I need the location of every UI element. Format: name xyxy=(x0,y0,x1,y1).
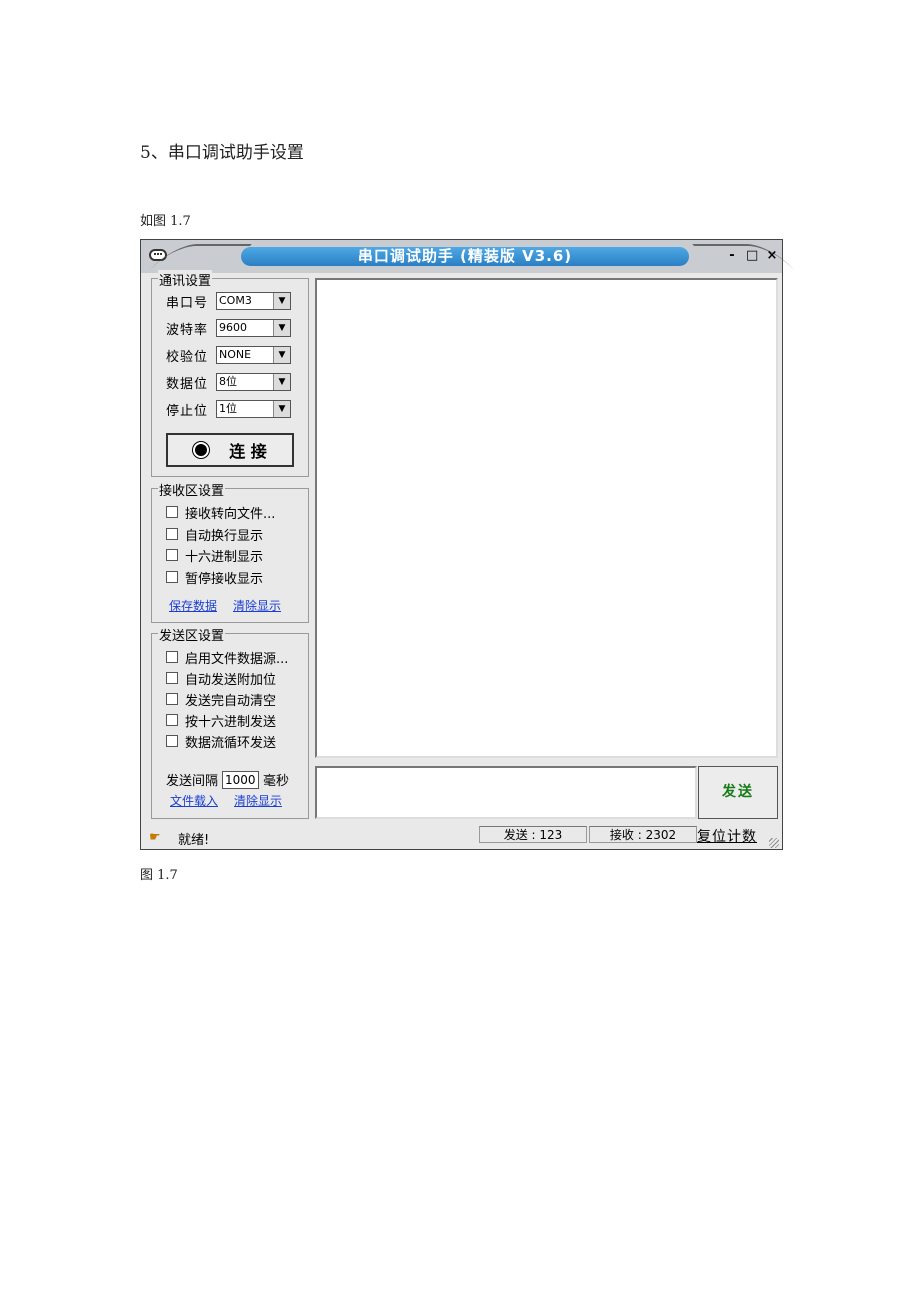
serial-assistant-window: 串口调试助手 (精装版 V3.6) - □ × 通讯设置 串口号 COM3 ▼ … xyxy=(140,239,794,850)
send-interval-row: 发送间隔 1000 毫秒 xyxy=(166,770,289,789)
stopbits-value: 1位 xyxy=(219,402,237,415)
baud-value: 9600 xyxy=(219,321,247,334)
status-bar: ☛ 就绪! 发送 : 123 接收 : 2302 复位计数 xyxy=(141,824,782,850)
option-label: 暂停接收显示 xyxy=(185,571,264,587)
chevron-down-icon[interactable]: ▼ xyxy=(273,347,290,363)
resize-grip-icon[interactable] xyxy=(769,838,779,848)
checkbox-icon[interactable] xyxy=(166,672,178,684)
status-dot-icon xyxy=(193,442,210,458)
send-textarea[interactable] xyxy=(315,766,697,819)
interval-label: 发送间隔 xyxy=(166,774,219,789)
checkbox-icon[interactable] xyxy=(166,651,178,663)
loop-send-option[interactable]: 数据流循环发送 xyxy=(166,732,277,751)
recv-to-file-option[interactable]: 接收转向文件... xyxy=(166,503,276,522)
checkbox-icon[interactable] xyxy=(166,528,178,540)
pointing-hand-icon: ☛ xyxy=(149,830,161,845)
baud-row: 波特率 9600 ▼ xyxy=(166,318,291,338)
chevron-down-icon[interactable]: ▼ xyxy=(273,401,290,417)
databits-value: 8位 xyxy=(219,375,237,388)
option-label: 启用文件数据源... xyxy=(185,651,289,667)
parity-row: 校验位 NONE ▼ xyxy=(166,345,291,365)
window-controls: - □ × xyxy=(726,249,778,263)
connect-label: 连 接 xyxy=(229,442,267,461)
port-select[interactable]: COM3 ▼ xyxy=(216,292,291,310)
option-label: 按十六进制发送 xyxy=(185,714,277,730)
chevron-down-icon[interactable]: ▼ xyxy=(273,320,290,336)
databits-select[interactable]: 8位 ▼ xyxy=(216,373,291,391)
sent-count: 发送 : 123 xyxy=(479,826,587,843)
checkbox-icon[interactable] xyxy=(166,506,178,518)
clear-receive-link[interactable]: 清除显示 xyxy=(233,597,281,614)
figure-caption: 图 1.7 xyxy=(140,868,178,883)
auto-wrap-option[interactable]: 自动换行显示 xyxy=(166,525,264,544)
interval-input[interactable]: 1000 xyxy=(222,770,260,789)
section-heading: 5、串口调试助手设置 xyxy=(140,143,304,163)
option-label: 十六进制显示 xyxy=(185,549,264,565)
checkbox-icon[interactable] xyxy=(166,693,178,705)
hex-send-option[interactable]: 按十六进制发送 xyxy=(166,711,277,730)
databits-label: 数据位 xyxy=(166,376,209,392)
window-title: 串口调试助手 (精装版 V3.6) xyxy=(241,247,689,266)
append-bits-option[interactable]: 自动发送附加位 xyxy=(166,669,277,688)
stopbits-select[interactable]: 1位 ▼ xyxy=(216,400,291,418)
option-label: 数据流循环发送 xyxy=(185,735,277,751)
comm-settings-title: 通讯设置 xyxy=(158,270,213,289)
clear-send-link[interactable]: 清除显示 xyxy=(234,792,282,809)
send-button[interactable]: 发送 xyxy=(698,766,778,819)
figure-intro: 如图 1.7 xyxy=(140,214,191,229)
chevron-down-icon[interactable]: ▼ xyxy=(273,374,290,390)
receive-settings-title: 接收区设置 xyxy=(158,480,226,499)
send-settings-group: 发送区设置 启用文件数据源... 自动发送附加位 发送完自动清空 按十六进制发送… xyxy=(151,625,309,819)
port-row: 串口号 COM3 ▼ xyxy=(166,291,291,311)
baud-label: 波特率 xyxy=(166,322,209,338)
minimize-button[interactable]: - xyxy=(726,249,738,263)
title-decoration-left xyxy=(150,244,252,270)
option-label: 自动发送附加位 xyxy=(185,672,277,688)
parity-select[interactable]: NONE ▼ xyxy=(216,346,291,364)
port-value: COM3 xyxy=(219,294,252,307)
checkbox-icon[interactable] xyxy=(166,571,178,583)
parity-label: 校验位 xyxy=(166,349,209,365)
pause-display-option[interactable]: 暂停接收显示 xyxy=(166,568,264,587)
checkbox-icon[interactable] xyxy=(166,549,178,561)
close-button[interactable]: × xyxy=(766,249,778,263)
file-source-option[interactable]: 启用文件数据源... xyxy=(166,648,289,667)
title-bar[interactable]: 串口调试助手 (精装版 V3.6) - □ × xyxy=(141,240,794,273)
port-label: 串口号 xyxy=(166,295,209,311)
interval-unit: 毫秒 xyxy=(263,774,290,789)
comm-settings-group: 通讯设置 串口号 COM3 ▼ 波特率 9600 ▼ 校验位 NONE ▼ 数据… xyxy=(151,270,309,477)
received-count: 接收 : 2302 xyxy=(589,826,697,843)
load-file-link[interactable]: 文件载入 xyxy=(170,792,218,809)
option-label: 发送完自动清空 xyxy=(185,693,277,709)
databits-row: 数据位 8位 ▼ xyxy=(166,372,291,392)
option-label: 自动换行显示 xyxy=(185,528,264,544)
option-label: 接收转向文件... xyxy=(185,506,276,522)
hex-display-option[interactable]: 十六进制显示 xyxy=(166,546,264,565)
receive-settings-group: 接收区设置 接收转向文件... 自动换行显示 十六进制显示 暂停接收显示 保存数… xyxy=(151,480,309,623)
stopbits-row: 停止位 1位 ▼ xyxy=(166,399,291,419)
maximize-button[interactable]: □ xyxy=(746,249,758,263)
connect-button[interactable]: 连 接 xyxy=(166,433,294,467)
stopbits-label: 停止位 xyxy=(166,403,209,419)
send-settings-title: 发送区设置 xyxy=(158,625,226,644)
reset-counter-button[interactable]: 复位计数 xyxy=(697,826,757,846)
save-data-link[interactable]: 保存数据 xyxy=(169,597,217,614)
receive-textarea[interactable] xyxy=(315,278,778,758)
auto-clear-option[interactable]: 发送完自动清空 xyxy=(166,690,277,709)
checkbox-icon[interactable] xyxy=(166,735,178,747)
parity-value: NONE xyxy=(219,348,252,361)
status-text: 就绪! xyxy=(178,833,210,848)
baud-select[interactable]: 9600 ▼ xyxy=(216,319,291,337)
checkbox-icon[interactable] xyxy=(166,714,178,726)
chevron-down-icon[interactable]: ▼ xyxy=(273,293,290,309)
